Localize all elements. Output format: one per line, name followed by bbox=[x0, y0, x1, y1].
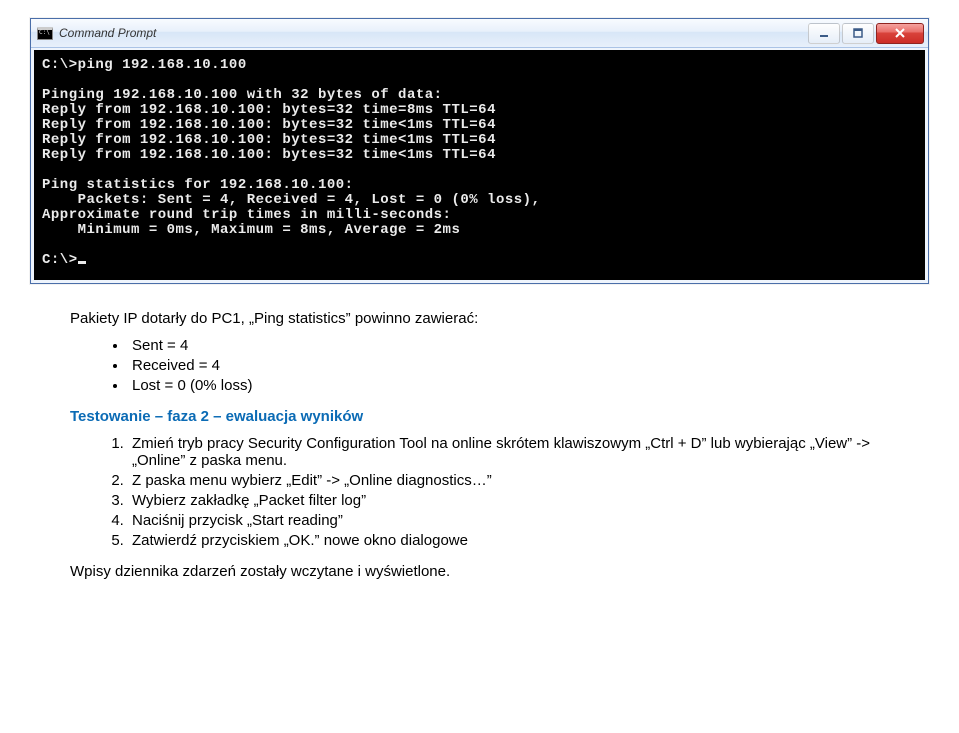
maximize-button[interactable] bbox=[842, 23, 874, 44]
titlebar[interactable]: Command Prompt bbox=[31, 19, 928, 48]
bullet-item: Lost = 0 (0% loss) bbox=[128, 377, 889, 394]
section-heading: Testowanie – faza 2 – ewaluacja wyników bbox=[70, 408, 889, 425]
bullet-item: Received = 4 bbox=[128, 357, 889, 374]
cursor-icon bbox=[78, 261, 86, 264]
close-button[interactable] bbox=[876, 23, 924, 44]
terminal-output[interactable]: C:\>ping 192.168.10.100 Pinging 192.168.… bbox=[31, 48, 928, 283]
minimize-button[interactable] bbox=[808, 23, 840, 44]
step-list: Zmień tryb pracy Security Configuration … bbox=[70, 435, 889, 549]
step-item: Zmień tryb pracy Security Configuration … bbox=[128, 435, 889, 469]
window-controls bbox=[808, 23, 924, 44]
step-item: Z paska menu wybierz „Edit” -> „Online d… bbox=[128, 472, 889, 489]
step-item: Naciśnij przycisk „Start reading” bbox=[128, 512, 889, 529]
document-body: Pakiety IP dotarły do PC1, „Ping statist… bbox=[0, 290, 959, 620]
outro-text: Wpisy dziennika zdarzeń zostały wczytane… bbox=[70, 563, 889, 580]
bullet-item: Sent = 4 bbox=[128, 337, 889, 354]
step-item: Wybierz zakładkę „Packet filter log” bbox=[128, 492, 889, 509]
window-title: Command Prompt bbox=[59, 26, 156, 40]
cmd-icon bbox=[37, 27, 53, 40]
step-item: Zatwierdź przyciskiem „OK.” nowe okno di… bbox=[128, 532, 889, 549]
bullet-list: Sent = 4 Received = 4 Lost = 0 (0% loss) bbox=[70, 337, 889, 394]
command-prompt-window: Command Prompt C:\>ping 192.168.10.100 P… bbox=[30, 18, 929, 284]
intro-text: Pakiety IP dotarły do PC1, „Ping statist… bbox=[70, 310, 889, 327]
